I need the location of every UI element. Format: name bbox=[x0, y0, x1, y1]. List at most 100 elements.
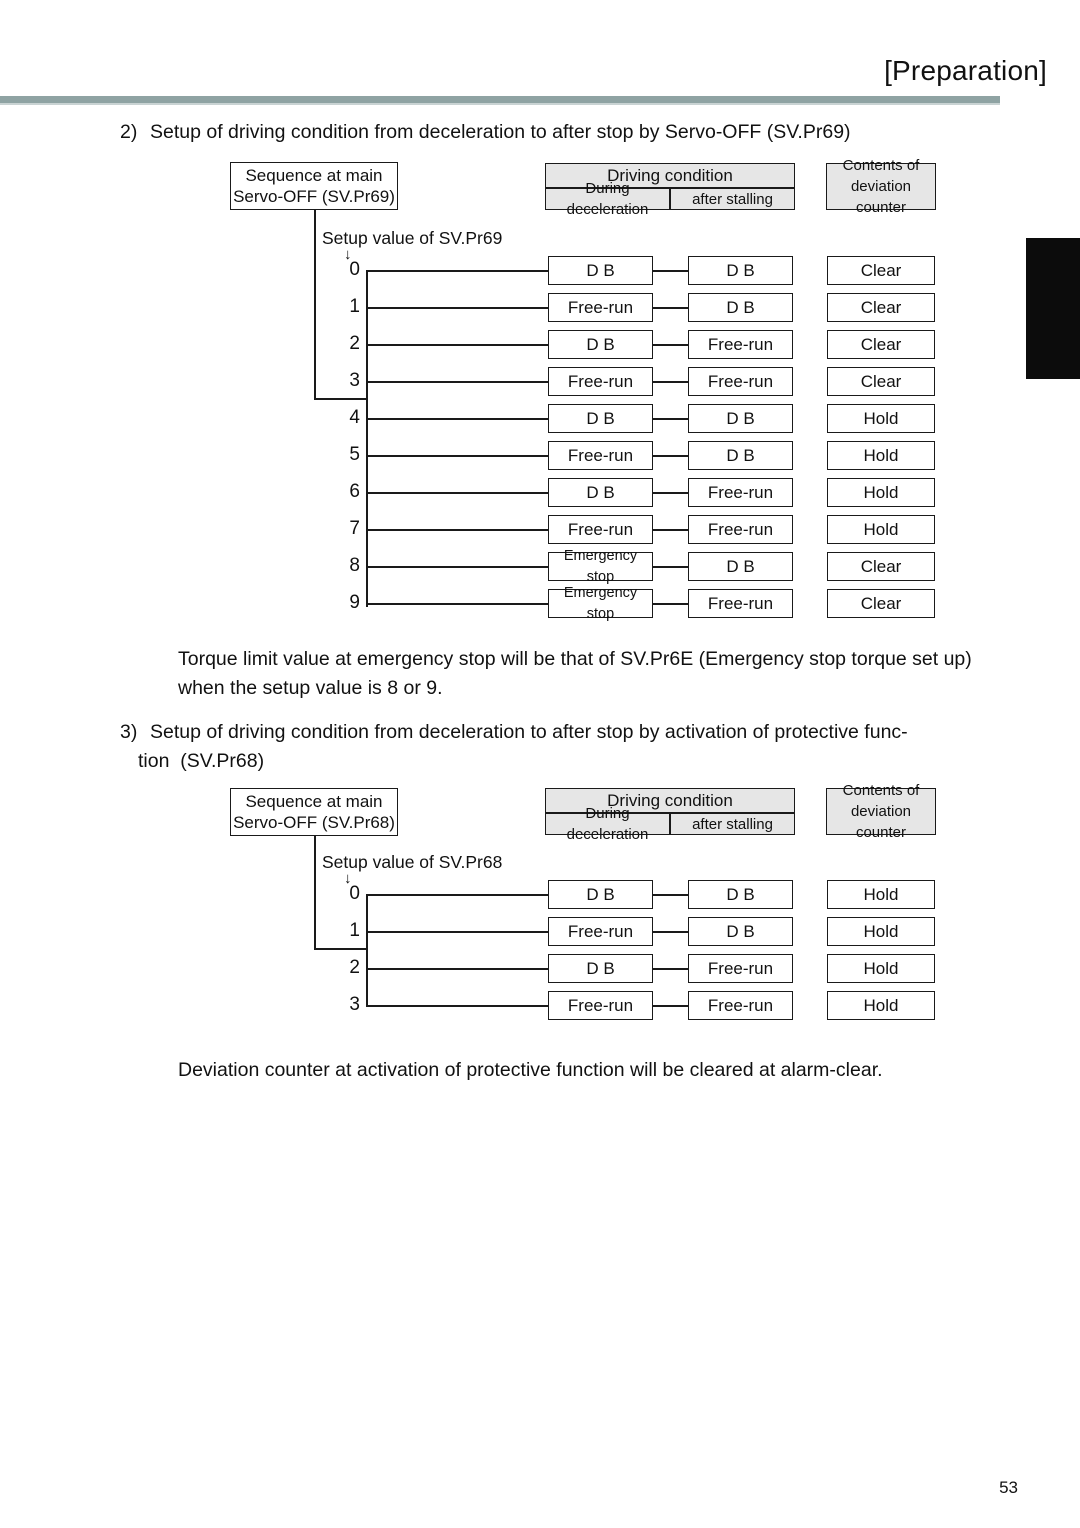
after-stalling-cell: D B bbox=[688, 917, 793, 946]
deviation-counter-cell: Hold bbox=[827, 991, 935, 1020]
after-stalling-cell: D B bbox=[688, 293, 793, 322]
deviation-counter-cell: Clear bbox=[827, 330, 935, 359]
after-stalling-header-2: after stalling bbox=[670, 813, 795, 835]
row-label: 5 bbox=[349, 444, 360, 465]
cell-link bbox=[653, 566, 688, 568]
row-label: 6 bbox=[349, 481, 360, 502]
contents-line1: Contents of bbox=[842, 782, 920, 799]
cell-link bbox=[653, 455, 688, 457]
after-stalling-cell: Free-run bbox=[688, 330, 793, 359]
during-deceleration-cell: Emergency stop bbox=[548, 548, 653, 585]
chapter-thumb-tab bbox=[1026, 238, 1080, 379]
deviation-counter-cell: Hold bbox=[827, 954, 935, 983]
during-deceleration-header-2: During deceleration bbox=[545, 805, 670, 843]
row-label: 8 bbox=[349, 555, 360, 576]
section-3-title-line2: tion (SV.Pr68) bbox=[138, 750, 265, 772]
during-deceleration-cell: D B bbox=[548, 330, 653, 359]
after-stalling-cell: Free-run bbox=[688, 991, 793, 1020]
after-stalling-cell: D B bbox=[688, 552, 793, 581]
sequence-box-line2: Servo-OFF (SV.Pr69) bbox=[233, 187, 395, 206]
after-stalling-cell: D B bbox=[688, 441, 793, 470]
row-label: 1 bbox=[349, 920, 360, 941]
row-label: 0 bbox=[349, 259, 360, 280]
row-connector bbox=[366, 418, 548, 420]
row-label: 2 bbox=[349, 957, 360, 978]
cell-link bbox=[653, 270, 688, 272]
cell-link bbox=[653, 307, 688, 309]
deviation-counter-cell: Hold bbox=[827, 880, 935, 909]
during-deceleration-cell: Free-run bbox=[548, 441, 653, 470]
note-torque-limit-line2: when the setup value is 8 or 9. bbox=[178, 677, 443, 699]
note-deviation-counter: Deviation counter at activation of prote… bbox=[178, 1059, 883, 1081]
row-label: 0 bbox=[349, 883, 360, 904]
connector-drop-1 bbox=[314, 210, 316, 400]
row-connector bbox=[366, 381, 548, 383]
cell-link bbox=[653, 894, 688, 896]
row-connector bbox=[366, 529, 548, 531]
cell-link bbox=[653, 529, 688, 531]
row-spine-2 bbox=[366, 894, 368, 1007]
during-deceleration-cell: Emergency stop bbox=[548, 585, 653, 622]
row-connector bbox=[366, 931, 548, 933]
page-header-title: [Preparation] bbox=[884, 55, 1047, 86]
contents-line1: Contents of bbox=[842, 157, 920, 174]
after-stalling-cell: Free-run bbox=[688, 515, 793, 544]
sequence-at-main-box-2: Sequence at main Servo-OFF (SV.Pr68) bbox=[230, 788, 398, 836]
after-stalling-cell: D B bbox=[688, 256, 793, 285]
during-deceleration-cell: D B bbox=[548, 880, 653, 909]
cell-link bbox=[653, 1005, 688, 1007]
row-connector bbox=[366, 492, 548, 494]
row-label: 9 bbox=[349, 592, 360, 613]
sequence-box-line1: Sequence at main bbox=[245, 166, 383, 185]
row-connector bbox=[366, 566, 548, 568]
deviation-counter-cell: Clear bbox=[827, 293, 935, 322]
deviation-counter-cell: Hold bbox=[827, 515, 935, 544]
connector-elbow-2 bbox=[314, 948, 368, 950]
during-deceleration-cell: D B bbox=[548, 478, 653, 507]
cell-link bbox=[653, 344, 688, 346]
contents-of-deviation-counter-header-2: Contents of deviation counter bbox=[826, 782, 936, 841]
during-deceleration-cell: Free-run bbox=[548, 991, 653, 1020]
sequence-box-line1: Sequence at main bbox=[245, 792, 383, 811]
during-deceleration-cell: Free-run bbox=[548, 293, 653, 322]
during-deceleration-cell: D B bbox=[548, 404, 653, 433]
row-connector bbox=[366, 455, 548, 457]
sequence-box-line2: Servo-OFF (SV.Pr68) bbox=[233, 813, 395, 832]
row-label: 1 bbox=[349, 296, 360, 317]
after-stalling-cell: D B bbox=[688, 880, 793, 909]
row-connector bbox=[366, 307, 548, 309]
note-torque-limit-line1: Torque limit value at emergency stop wil… bbox=[178, 648, 972, 670]
cell-link bbox=[653, 931, 688, 933]
row-spine-1 bbox=[366, 270, 368, 607]
connector-drop-2 bbox=[314, 836, 316, 950]
row-label: 7 bbox=[349, 518, 360, 539]
contents-line3: counter bbox=[855, 199, 907, 216]
during-deceleration-header-1: During deceleration bbox=[545, 180, 670, 218]
contents-line2: deviation bbox=[850, 803, 912, 820]
connector-elbow-1 bbox=[314, 398, 368, 400]
section-2-number: 2) bbox=[120, 121, 138, 143]
deviation-counter-cell: Clear bbox=[827, 367, 935, 396]
contents-line2: deviation bbox=[850, 178, 912, 195]
section-2-title: Setup of driving condition from decelera… bbox=[150, 121, 851, 143]
after-stalling-cell: Free-run bbox=[688, 478, 793, 507]
row-label: 2 bbox=[349, 333, 360, 354]
cell-link bbox=[653, 381, 688, 383]
after-stalling-cell: D B bbox=[688, 404, 793, 433]
after-stalling-cell: Free-run bbox=[688, 589, 793, 618]
deviation-counter-cell: Clear bbox=[827, 256, 935, 285]
row-connector bbox=[366, 270, 548, 272]
header-rule bbox=[0, 96, 1000, 103]
after-stalling-cell: Free-run bbox=[688, 954, 793, 983]
after-stalling-header-1: after stalling bbox=[670, 188, 795, 210]
cell-link bbox=[653, 418, 688, 420]
deviation-counter-cell: Hold bbox=[827, 404, 935, 433]
during-deceleration-cell: Free-run bbox=[548, 515, 653, 544]
row-connector bbox=[366, 1005, 548, 1007]
row-label: 3 bbox=[349, 994, 360, 1015]
row-connector bbox=[366, 344, 548, 346]
section-3-title-line1: Setup of driving condition from decelera… bbox=[150, 721, 908, 743]
deviation-counter-cell: Hold bbox=[827, 441, 935, 470]
deviation-counter-cell: Hold bbox=[827, 478, 935, 507]
deviation-counter-cell: Hold bbox=[827, 917, 935, 946]
